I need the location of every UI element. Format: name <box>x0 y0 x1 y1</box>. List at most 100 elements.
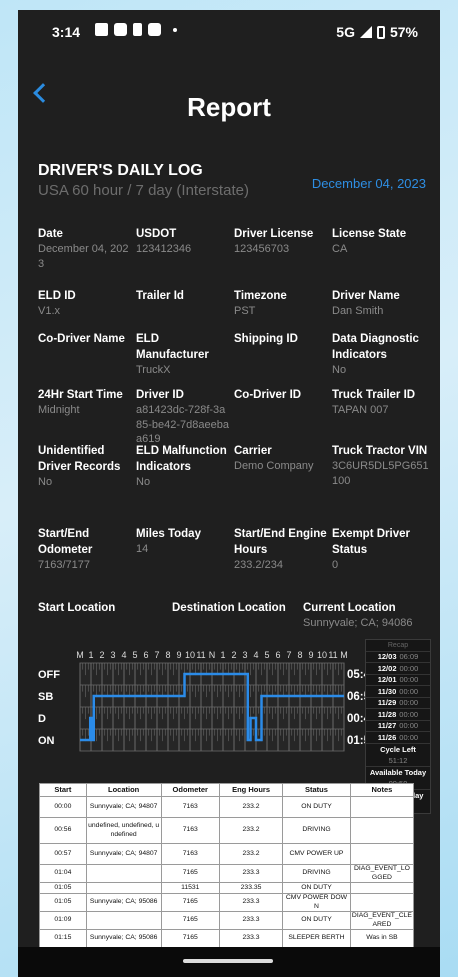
duty-status-graph-svg: M1234567891011N1234567891011MOFF05:42SB0… <box>38 650 377 752</box>
table-cell: 7165 <box>160 864 220 883</box>
table-row[interactable]: 00:00 Sunnyvale; CA; 94807 7163 233.2 ON DUT… <box>39 796 415 818</box>
field-value: PST <box>234 305 256 317</box>
field-label: Shipping ID <box>234 333 298 345</box>
chat-notification-icon <box>148 23 161 36</box>
graph-hour-label: 9 <box>308 650 313 660</box>
table-cell: 233.3 <box>218 911 284 930</box>
graph-status-label: ON <box>38 735 55 747</box>
recap-day-row: 11/27 00:00 <box>366 721 430 732</box>
field-label: Timezone <box>234 290 287 302</box>
recap-day-row: 11/29 00:00 <box>366 698 430 709</box>
field-value: CA <box>332 243 348 255</box>
cycle-left-value: 51:12 <box>366 755 430 767</box>
system-nav-bar <box>18 947 440 977</box>
field-value: Midnight <box>38 404 80 416</box>
graph-hour-label: 4 <box>121 650 126 660</box>
table-row[interactable]: 00:57 Sunnyvale; CA; 94807 7163 233.2 CMV PO… <box>39 843 415 865</box>
field-value: No <box>136 476 151 488</box>
field-9: ELD Manufacturer TruckX <box>136 331 231 378</box>
graph-status-label: SB <box>38 691 53 703</box>
graph-hour-label: M <box>340 650 348 660</box>
table-row[interactable]: 01:05 Sunnyvale; CA; 95086 7165 233.3 CMV PO… <box>39 893 415 912</box>
recap-day-row: 11/30 00:00 <box>366 686 430 698</box>
graph-hour-label: 10 <box>317 650 327 660</box>
graph-hour-label: 8 <box>297 650 302 660</box>
field-label: Date <box>38 228 63 240</box>
table-cell: 233.2 <box>218 843 284 865</box>
table-cell: 233.3 <box>218 864 284 883</box>
field-0: Date December 04, 2023 <box>38 226 133 271</box>
field-10: Shipping ID <box>234 331 329 347</box>
status-time: 3:14 <box>52 24 81 40</box>
table-cell: 01:15 <box>39 929 87 948</box>
signal-icon <box>359 26 372 38</box>
field-label: ELD Manufacturer <box>136 333 209 361</box>
table-cell: Sunnyvale; CA; 94807 <box>85 796 162 818</box>
events-column-header: Status <box>282 783 351 797</box>
recap-date: 11/27 <box>377 721 397 731</box>
field-label: Exempt Driver Status <box>332 528 410 556</box>
table-cell: Was in SB <box>349 929 415 948</box>
field-value: December 04, 2023 <box>38 243 129 270</box>
table-cell: ON DUTY <box>282 911 351 930</box>
table-cell: 00:00 <box>39 796 87 818</box>
table-cell: 7163 <box>160 843 220 865</box>
events-column-header: Notes <box>349 783 415 797</box>
graph-hour-label: 7 <box>286 650 291 660</box>
cycle-left-label: Cycle Left <box>380 744 416 754</box>
field-17: ELD Malfunction Indicators No <box>136 443 231 490</box>
table-cell: 01:05 <box>39 893 87 912</box>
recap-days: 12/03 06:09 12/02 00:00 12/01 00:00 11/30 00:00… <box>366 652 430 744</box>
field-23: Exempt Driver Status 0 <box>332 526 432 573</box>
graph-hour-label: 11 <box>196 650 205 660</box>
table-row[interactable]: 01:15 Sunnyvale; CA; 95086 7165 233.3 SLEEPE… <box>39 929 415 948</box>
recap-date: 11/26 <box>377 732 397 742</box>
table-row[interactable]: 00:56 undefined, undefined, undefined 7163… <box>39 817 415 844</box>
table-cell: 00:57 <box>39 843 87 865</box>
table-cell: undefined, undefined, undefined <box>85 817 162 844</box>
field-label: Carrier <box>234 445 272 457</box>
table-cell: CMV POWER UP <box>282 843 351 865</box>
log-date[interactable]: December 04, 2023 <box>312 176 426 191</box>
field-value: 233.2/234 <box>234 559 283 571</box>
home-gesture-handle[interactable] <box>183 959 273 963</box>
field-4: ELD ID V1.x <box>38 288 133 319</box>
table-cell <box>349 893 415 912</box>
recap-date: 11/29 <box>377 698 397 708</box>
events-column-header: Location <box>85 783 162 797</box>
recap-header: Recap <box>366 640 430 652</box>
recap-hours: 00:00 <box>399 698 419 708</box>
current-location: Current Location Sunnyvale; CA; 94086 <box>303 600 433 631</box>
graph-hour-label: 11 <box>328 650 337 660</box>
graph-hour-label: 4 <box>253 650 258 660</box>
table-cell: 233.2 <box>218 817 284 844</box>
table-row[interactable]: 01:09 7165 233.3 ON DUTY DIAG_EVENT_CLEARED <box>39 911 415 930</box>
field-2: Driver License 123456703 <box>234 226 329 257</box>
field-label: Driver Name <box>332 290 400 302</box>
graph-hour-label: 2 <box>231 650 236 660</box>
field-19: Truck Tractor VIN 3C6UR5DL5PG651100 <box>332 443 432 488</box>
field-label: Start/End Engine Hours <box>234 528 327 556</box>
field-value: 14 <box>136 543 149 555</box>
events-header-row: Start Location Odometer Eng Hours Status Note… <box>39 783 415 797</box>
table-row[interactable]: 01:04 7165 233.3 DRIVING DIAG_EVENT_LOGGED <box>39 864 415 883</box>
table-cell <box>349 882 415 894</box>
events-column-header: Eng Hours <box>218 783 284 797</box>
table-cell: Sunnyvale; CA; 95086 <box>85 929 162 948</box>
field-value: TruckX <box>136 364 171 376</box>
graph-hour-label: 10 <box>185 650 195 660</box>
table-row[interactable]: 01:05 11531 233.35 ON DUTY <box>39 882 415 894</box>
field-label: Miles Today <box>136 528 201 540</box>
field-label: Co-Driver Name <box>38 333 125 345</box>
table-cell: CMV POWER DOWN <box>282 893 351 912</box>
duty-status-graph: M1234567891011N1234567891011MOFF05:42SB0… <box>38 645 377 765</box>
log-ruleset: USA 60 hour / 7 day (Interstate) <box>38 182 249 199</box>
field-value: a81423dc-728f-3a85-be42-7d8aeebaa619 <box>136 404 229 445</box>
status-bar: 3:14 5G 57% <box>18 10 440 54</box>
graph-hour-label: 9 <box>176 650 181 660</box>
table-cell: DRIVING <box>282 864 351 883</box>
graph-hour-label: 3 <box>110 650 115 660</box>
field-22: Start/End Engine Hours 233.2/234 <box>234 526 329 573</box>
table-cell: 00:56 <box>39 817 87 844</box>
field-label: 24Hr Start Time <box>38 389 123 401</box>
